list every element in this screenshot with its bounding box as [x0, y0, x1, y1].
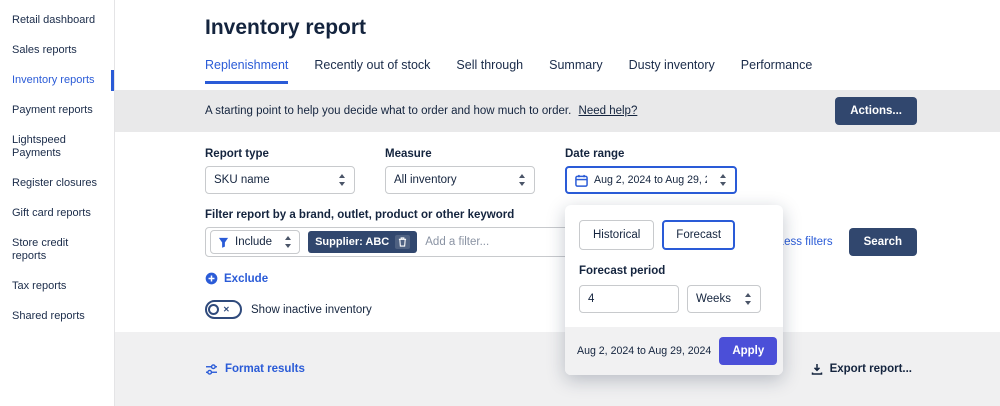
popover-body: Historical Forecast Forecast period Week… — [565, 205, 783, 327]
banner-message: A starting point to help you decide what… — [205, 105, 571, 117]
app-window: Retail dashboard Sales reports Inventory… — [0, 0, 1000, 406]
sidebar-item-payment-reports[interactable]: Payment reports — [12, 104, 102, 117]
sidebar-item-inventory-reports[interactable]: Inventory reports — [12, 74, 102, 87]
measure-select[interactable]: All inventory — [385, 166, 535, 194]
period-unit-select[interactable]: Weeks — [687, 285, 761, 313]
filter-section-label: Filter report by a brand, outlet, produc… — [205, 209, 917, 221]
export-report-label: Export report... — [830, 363, 912, 375]
stepper-icon — [518, 173, 526, 187]
popover-footer: Aug 2, 2024 to Aug 29, 2024 Apply — [565, 327, 783, 375]
forecast-period-input[interactable] — [579, 285, 679, 313]
report-type-value: SKU name — [214, 174, 270, 186]
sliders-icon — [205, 364, 218, 375]
tab-replenishment[interactable]: Replenishment — [205, 58, 288, 84]
need-help-link[interactable]: Need help? — [579, 105, 638, 117]
tab-dusty-inventory[interactable]: Dusty inventory — [629, 58, 715, 84]
mode-segment: Historical Forecast — [579, 220, 769, 250]
sidebar-item-gift-card-reports[interactable]: Gift card reports — [12, 207, 102, 220]
date-range-value: Aug 2, 2024 to Aug 29, 2024 — [594, 174, 707, 186]
less-filters-link[interactable]: Less filters — [778, 236, 833, 248]
show-inactive-toggle[interactable]: ✕ — [205, 300, 242, 319]
popover-date-summary: Aug 2, 2024 to Aug 29, 2024 — [577, 345, 711, 357]
banner-text: A starting point to help you decide what… — [205, 105, 637, 117]
date-range-select[interactable]: Aug 2, 2024 to Aug 29, 2024 — [565, 166, 737, 194]
filter-chip-supplier-abc[interactable]: Supplier: ABC — [308, 231, 417, 253]
sidebar-item-lightspeed-payments[interactable]: Lightspeed Payments — [12, 134, 102, 160]
period-unit-value: Weeks — [696, 293, 731, 305]
stepper-icon — [284, 235, 292, 249]
measure-field: Measure All inventory — [385, 148, 535, 194]
toggle-knob — [208, 304, 219, 315]
sidebar-item-register-closures[interactable]: Register closures — [12, 177, 102, 190]
report-type-label: Report type — [205, 148, 355, 160]
date-range-field: Date range Aug 2, 2024 to Aug 29, 2024 — [565, 148, 737, 194]
forecast-period-row: Weeks — [579, 285, 769, 313]
forecast-button[interactable]: Forecast — [662, 220, 735, 250]
main-content: Inventory report Replenishment Recently … — [115, 0, 1000, 406]
show-inactive-label: Show inactive inventory — [251, 304, 372, 316]
stepper-icon — [744, 292, 752, 306]
tab-sell-through[interactable]: Sell through — [456, 58, 523, 84]
sidebar-item-sales-reports[interactable]: Sales reports — [12, 44, 102, 57]
date-range-popover: Historical Forecast Forecast period Week… — [565, 205, 783, 375]
plus-circle-icon — [205, 272, 218, 285]
historical-button[interactable]: Historical — [579, 220, 654, 250]
trash-icon[interactable] — [395, 235, 410, 249]
sidebar-item-tax-reports[interactable]: Tax reports — [12, 280, 102, 293]
tab-summary[interactable]: Summary — [549, 58, 602, 84]
search-button[interactable]: Search — [849, 228, 917, 256]
export-report-button[interactable]: Export report... — [811, 363, 912, 375]
exclude-link[interactable]: Exclude — [205, 272, 268, 285]
sidebar-item-shared-reports[interactable]: Shared reports — [12, 310, 102, 323]
tab-bar: Replenishment Recently out of stock Sell… — [205, 58, 1000, 84]
apply-button[interactable]: Apply — [719, 337, 777, 365]
include-value: Include — [235, 236, 272, 248]
sidebar-item-retail-dashboard[interactable]: Retail dashboard — [12, 14, 102, 27]
actions-button[interactable]: Actions... — [835, 97, 917, 125]
sidebar-item-store-credit-reports[interactable]: Store credit reports — [12, 237, 102, 263]
toggle-row: ✕ Show inactive inventory — [205, 300, 917, 319]
calendar-icon — [575, 174, 588, 187]
fields-row: Report type SKU name Measure All invento… — [205, 148, 917, 194]
forecast-period-label: Forecast period — [579, 265, 769, 277]
filter-row: Include Supplier: ABC Add a filter... Le… — [205, 227, 917, 257]
add-filter-placeholder[interactable]: Add a filter... — [425, 236, 489, 248]
funnel-icon — [218, 237, 229, 248]
info-banner: A starting point to help you decide what… — [115, 90, 1000, 132]
include-select[interactable]: Include — [210, 230, 300, 254]
measure-value: All inventory — [394, 174, 457, 186]
tab-performance[interactable]: Performance — [741, 58, 813, 84]
tab-recently-out-of-stock[interactable]: Recently out of stock — [314, 58, 430, 84]
footer-bar: Format results Export report... — [115, 332, 1000, 406]
report-form: Report type SKU name Measure All invento… — [115, 132, 1000, 319]
sidebar: Retail dashboard Sales reports Inventory… — [0, 0, 115, 406]
stepper-icon — [719, 173, 727, 187]
page-title: Inventory report — [205, 16, 1000, 40]
stepper-icon — [338, 173, 346, 187]
exclude-label: Exclude — [224, 273, 268, 285]
report-type-field: Report type SKU name — [205, 148, 355, 194]
format-results-button[interactable]: Format results — [205, 363, 305, 375]
report-type-select[interactable]: SKU name — [205, 166, 355, 194]
download-icon — [811, 363, 823, 375]
measure-label: Measure — [385, 148, 535, 160]
format-results-label: Format results — [225, 363, 305, 375]
toggle-off-x-icon: ✕ — [223, 305, 230, 314]
date-range-label: Date range — [565, 148, 737, 160]
filter-chip-label: Supplier: ABC — [315, 236, 389, 248]
